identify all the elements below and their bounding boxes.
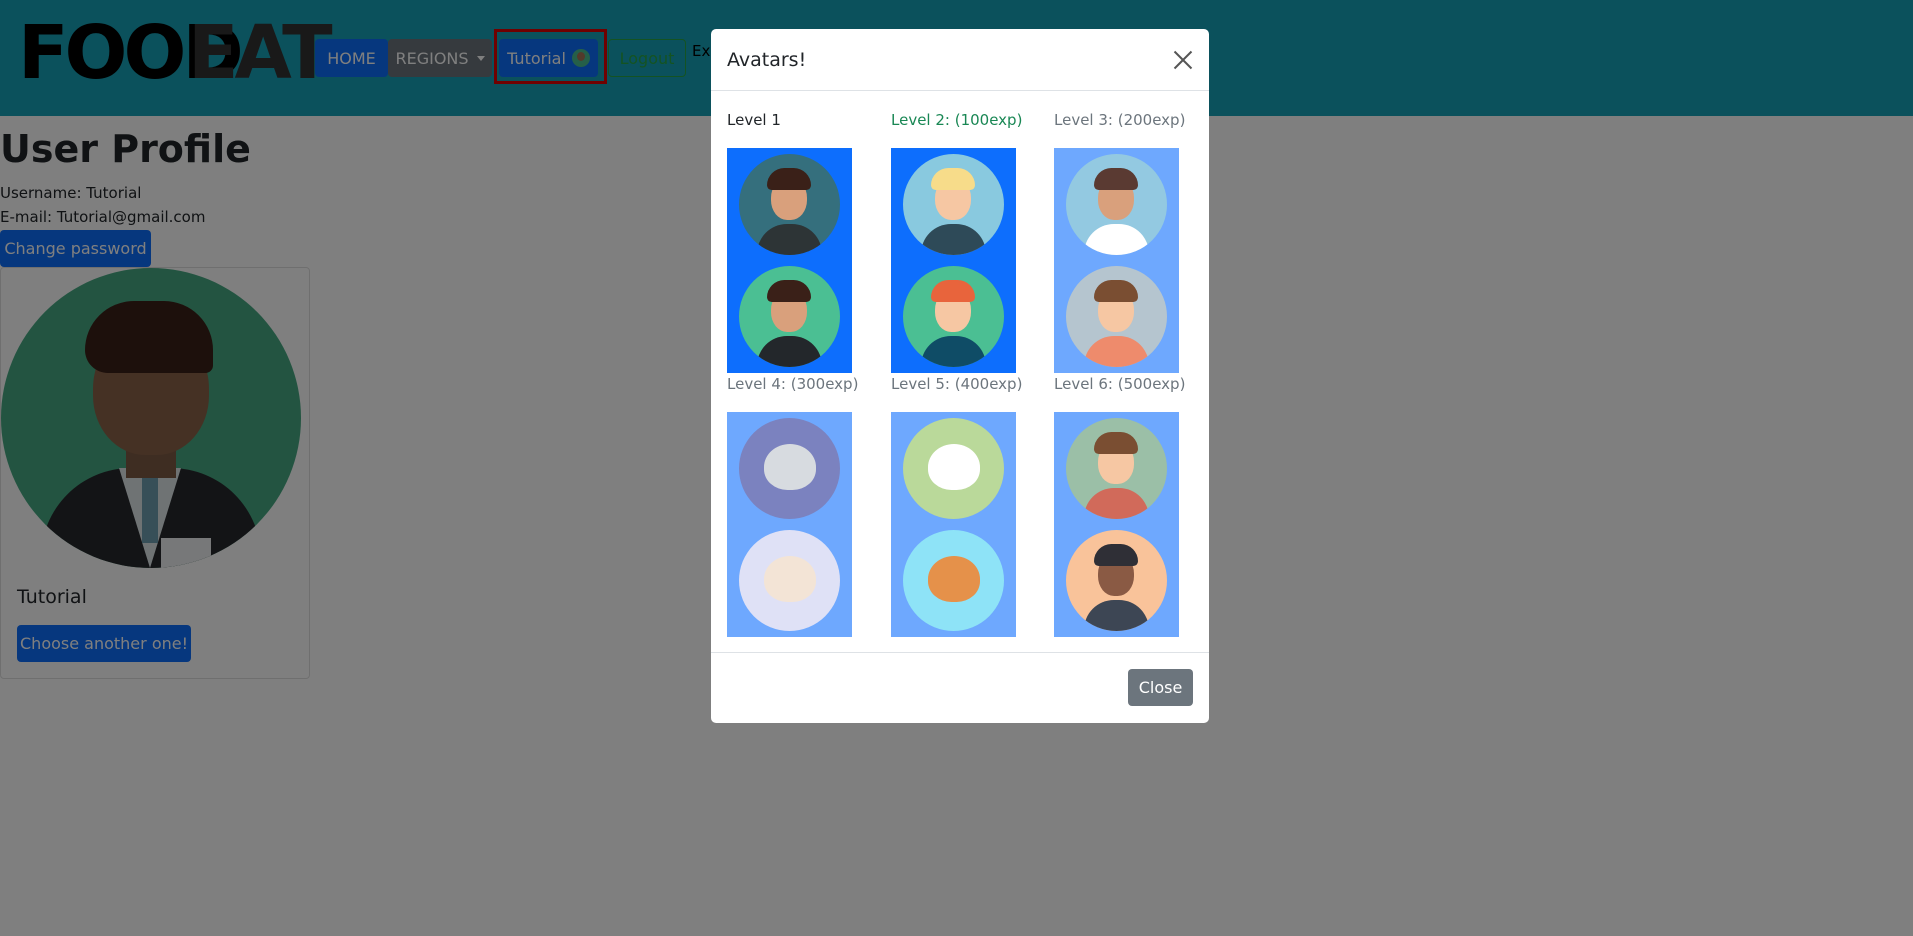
long-hair-woman-avatar-icon [1066, 154, 1167, 255]
close-icon[interactable] [1173, 50, 1193, 70]
modal-title: Avatars! [727, 49, 807, 71]
redhead-man-avatar-icon [903, 266, 1004, 367]
level-label: Level 3: (200exp) [1054, 111, 1186, 129]
avatar-option[interactable] [1054, 412, 1179, 525]
level-label: Level 4: (300exp) [727, 375, 859, 393]
avatar-option[interactable] [727, 524, 852, 637]
cat-avatar-icon [739, 418, 840, 519]
level-label: Level 5: (400exp) [891, 375, 1023, 393]
blond-man-avatar-icon [1066, 266, 1167, 367]
modal-footer: Close [711, 652, 1209, 723]
woman-avatar-1-avatar-icon [739, 154, 840, 255]
avatar-option[interactable] [727, 148, 852, 261]
level-label: Level 1 [727, 111, 781, 129]
avatar-option[interactable] [891, 524, 1016, 637]
level-label: Level 6: (500exp) [1054, 375, 1186, 393]
avatar-option[interactable] [1054, 148, 1179, 261]
avatars-modal: Avatars! Level 1 Level 2: (100exp) Level… [711, 29, 1209, 723]
businessman-avatar-icon [739, 266, 840, 367]
avatar-option[interactable] [727, 260, 852, 373]
level-label: Level 2: (100exp) [891, 111, 1023, 129]
avatar-option[interactable] [891, 412, 1016, 525]
avatar-option[interactable] [727, 412, 852, 525]
panda-avatar-icon [903, 418, 1004, 519]
close-label: Close [1138, 678, 1183, 697]
dog-avatar-icon [739, 530, 840, 631]
modal-header: Avatars! [711, 29, 1209, 91]
woman-curly-avatar-icon [1066, 530, 1167, 631]
avatar-option[interactable] [1054, 260, 1179, 373]
avatar-option[interactable] [891, 260, 1016, 373]
glasses-man-avatar-icon [1066, 418, 1167, 519]
avatar-option[interactable] [1054, 524, 1179, 637]
blonde-woman-avatar-icon [903, 154, 1004, 255]
close-button[interactable]: Close [1128, 669, 1193, 706]
avatar-option[interactable] [891, 148, 1016, 261]
fox-avatar-icon [903, 530, 1004, 631]
